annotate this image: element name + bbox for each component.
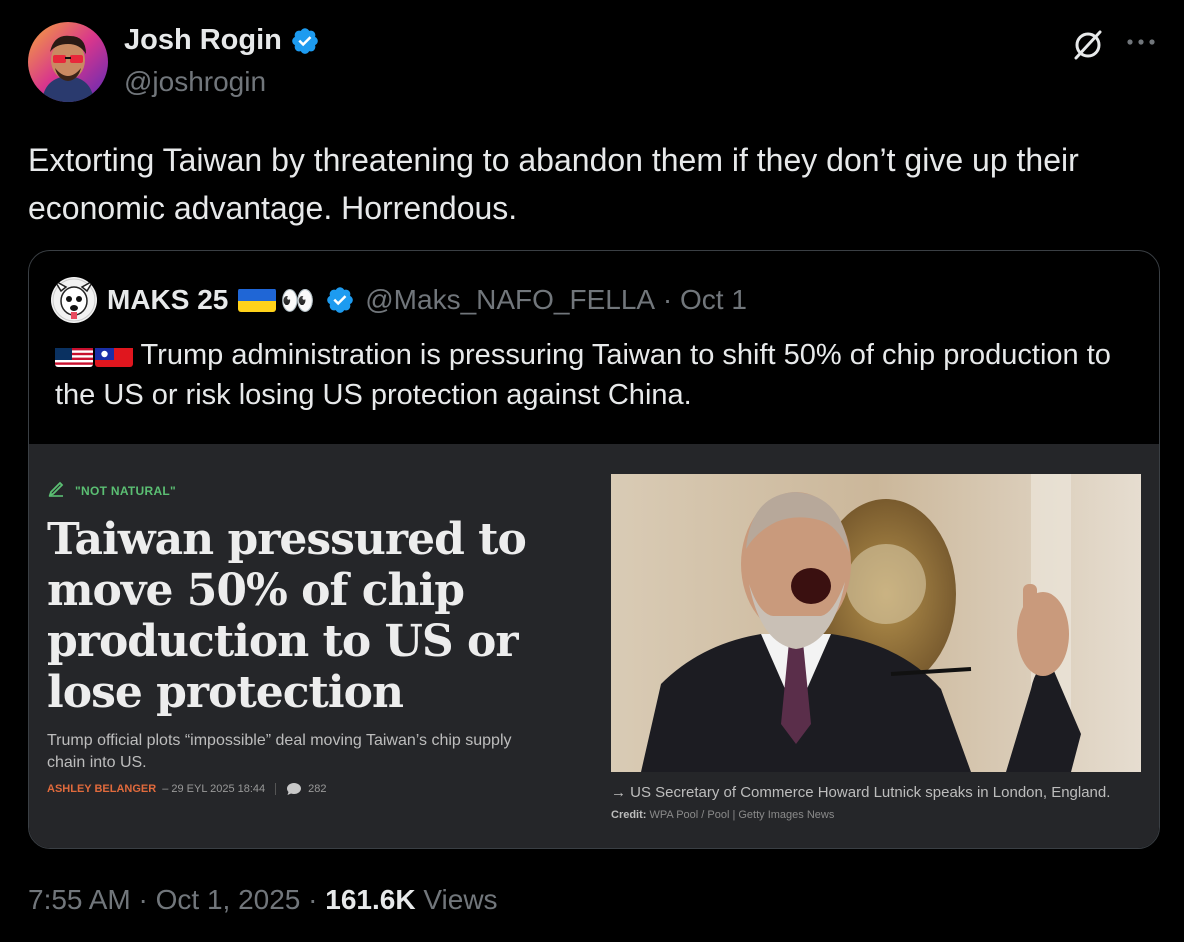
taiwan-flag-icon <box>95 343 133 367</box>
article-photo <box>611 474 1141 772</box>
quoted-tweet-text-block: Trump administration is pressuring Taiwa… <box>55 335 1135 415</box>
kicker-pen-icon <box>47 480 65 501</box>
quoted-tweet-text: Trump administration is pressuring Taiwa… <box>55 339 1111 411</box>
article-kicker: "NOT NATURAL" <box>47 480 176 501</box>
quoted-author-handle[interactable]: @Maks_NAFO_FELLA <box>365 284 655 316</box>
author-handle[interactable]: @joshrogin <box>124 66 266 98</box>
us-flag-icon <box>55 343 93 367</box>
quoted-tweet-header: MAKS 25 👀 @Maks_NAFO_FELLA · Oct 1 <box>51 275 747 325</box>
author-name-row[interactable]: Josh Rogin <box>124 24 320 57</box>
timestamp-separator: · <box>130 884 156 915</box>
eyes-emoji: 👀 <box>280 284 316 316</box>
article-headline: Taiwan pressured to move 50% of chip pro… <box>47 514 527 718</box>
caption-arrow-icon: → <box>611 784 626 801</box>
quoted-tweet-card[interactable]: MAKS 25 👀 @Maks_NAFO_FELLA · Oct 1 Trump… <box>28 250 1160 849</box>
tweet-date[interactable]: Oct 1, 2025 <box>156 884 301 915</box>
tweet-timestamp-row: 7:55 AM · Oct 1, 2025 · 161.6K Views <box>28 884 498 916</box>
quoted-date[interactable]: Oct 1 <box>680 284 747 316</box>
caption-text: US Secretary of Commerce Howard Lutnick … <box>630 784 1111 801</box>
quoted-verified-badge-icon[interactable] <box>325 285 355 315</box>
author-name[interactable]: Josh Rogin <box>124 24 282 57</box>
quoted-date-separator: · <box>655 284 680 315</box>
article-comment-count: 282 <box>308 783 327 795</box>
article-date: – 29 EYL 2025 18:44 <box>162 783 266 795</box>
views-separator: · <box>300 884 326 915</box>
caption-credit: Credit: WPA Pool / Pool | Getty Images N… <box>611 809 834 821</box>
article-subhead: Trump official plots “impossible” deal m… <box>47 732 512 771</box>
article-author: ASHLEY BELANGER <box>47 783 157 795</box>
verified-badge-icon[interactable] <box>290 26 320 56</box>
quoted-tweet-media[interactable]: "NOT NATURAL" Taiwan pressured to move 5… <box>29 444 1159 848</box>
quoted-author-name[interactable]: MAKS 25 <box>107 284 228 316</box>
caption-credit-label: Credit: <box>611 809 647 821</box>
article-photo-caption: → US Secretary of Commerce Howard Lutnic… <box>611 782 1131 826</box>
article-kicker-text: "NOT NATURAL" <box>75 483 177 498</box>
quoted-author-avatar[interactable] <box>51 277 97 323</box>
tweet-text: Extorting Taiwan by threatening to aband… <box>28 142 1079 226</box>
ukraine-flag-icon <box>238 288 277 312</box>
author-avatar[interactable] <box>28 22 108 102</box>
article-byline: ASHLEY BELANGER – 29 EYL 2025 18:44 282 <box>47 782 327 796</box>
comment-bubble-icon <box>286 782 302 796</box>
more-options-icon[interactable] <box>1124 30 1158 54</box>
tweet-time[interactable]: 7:55 AM <box>28 884 131 915</box>
caption-credit-text: WPA Pool / Pool | Getty Images News <box>649 809 835 821</box>
byline-divider <box>275 783 277 795</box>
grok-icon[interactable] <box>1070 26 1106 62</box>
views-count[interactable]: 161.6K <box>325 884 415 915</box>
views-label: Views <box>415 884 498 915</box>
